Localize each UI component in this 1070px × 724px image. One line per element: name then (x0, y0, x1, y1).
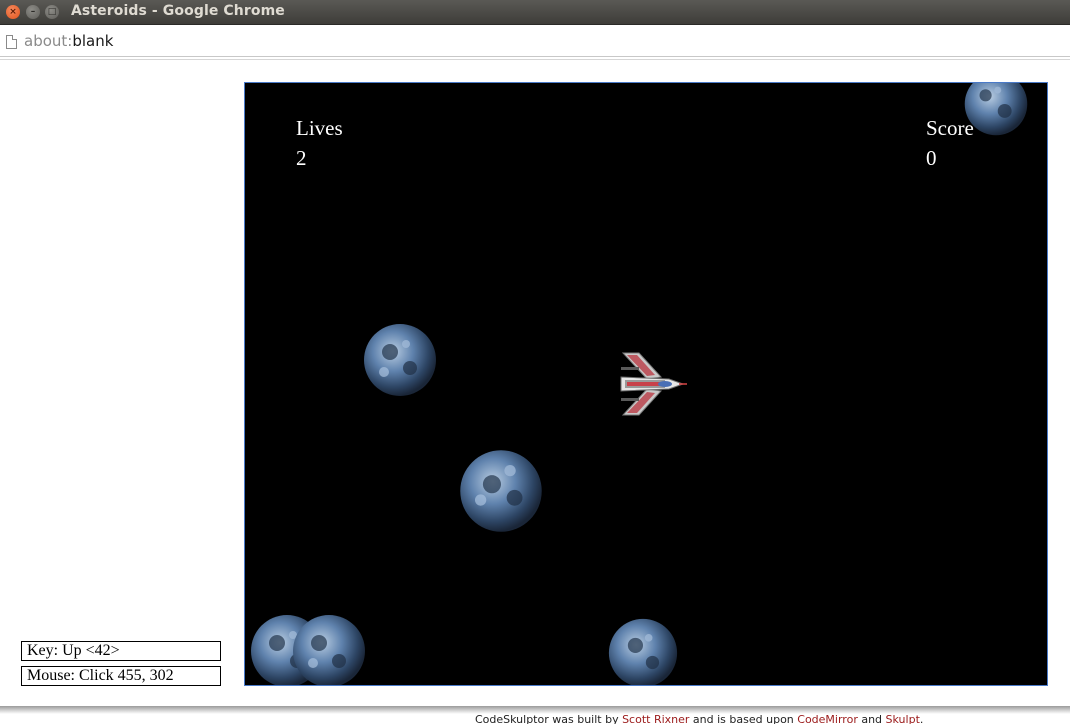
footer-and: and (857, 713, 886, 724)
footer-prefix: CodeSkulptor was built by (475, 713, 623, 724)
score-value: 0 (926, 146, 937, 170)
score-label: Score (926, 116, 974, 140)
lives-value: 2 (296, 146, 307, 170)
score-display: Score 0 (926, 113, 974, 173)
url-path: blank (72, 32, 114, 50)
asteroid (460, 450, 542, 532)
url-scheme: about: (24, 32, 73, 50)
lives-display: Lives 2 (296, 113, 343, 173)
credits-footer: CodeSkulptor was built by Scott Rixner a… (475, 713, 923, 724)
window-titlebar: × – □ Asteroids - Google Chrome (0, 0, 1070, 25)
footer-middle: and is based upon (689, 713, 798, 724)
window-title: Asteroids - Google Chrome (71, 3, 285, 19)
close-window-button[interactable]: × (6, 5, 20, 19)
codemirror-link[interactable]: CodeMirror (797, 713, 858, 724)
footer-suffix: . (919, 713, 924, 724)
mouse-status: Mouse: Click 455, 302 (21, 666, 221, 686)
author-link[interactable]: Scott Rixner (622, 713, 689, 724)
asteroid (293, 615, 365, 685)
minimize-window-button[interactable]: – (26, 5, 40, 19)
address-bar[interactable]: about:blank (0, 26, 1070, 60)
lives-label: Lives (296, 116, 343, 140)
maximize-window-button[interactable]: □ (45, 5, 59, 19)
asteroid (608, 618, 678, 685)
page-icon (6, 35, 17, 49)
key-status: Key: Up <42> (21, 641, 221, 661)
game-canvas[interactable]: Lives 2 Score 0 (244, 82, 1048, 686)
url-field[interactable]: about:blank (24, 32, 113, 50)
asteroid (364, 324, 436, 396)
spaceship (620, 352, 687, 416)
skulpt-link[interactable]: Skulpt (886, 713, 920, 724)
